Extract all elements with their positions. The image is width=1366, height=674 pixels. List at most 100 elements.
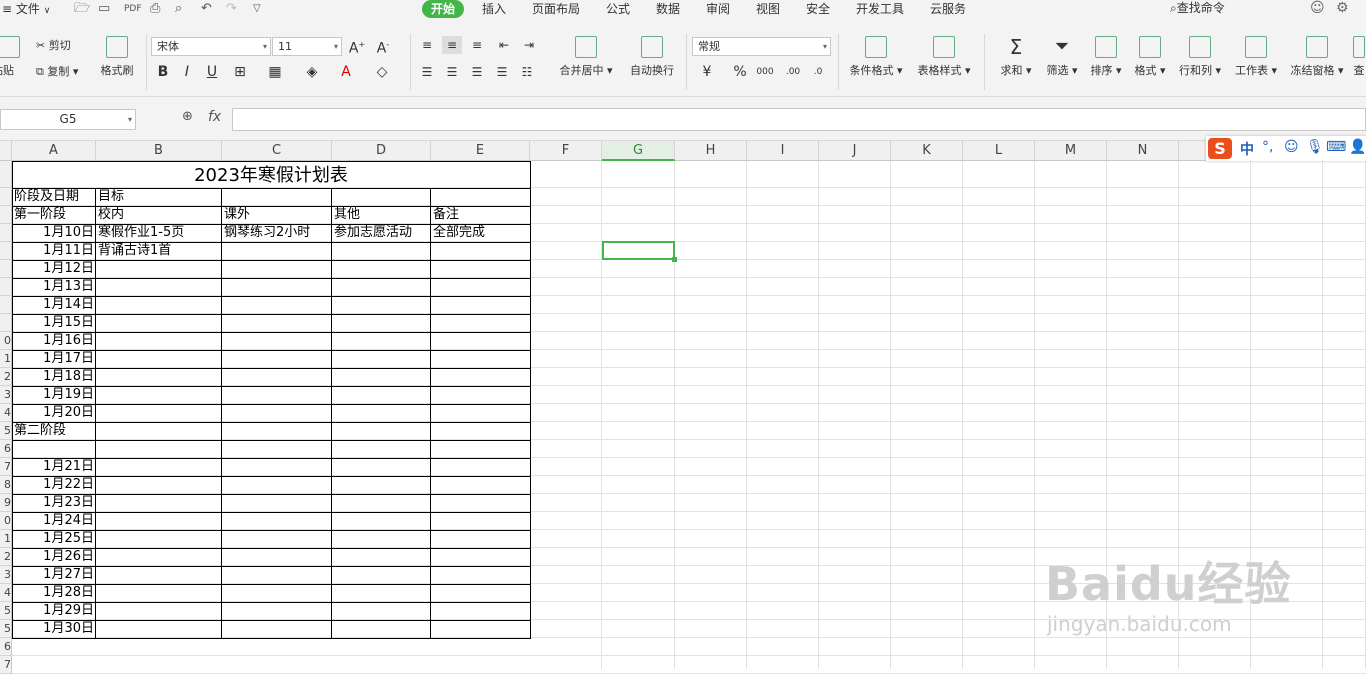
column-header-b[interactable]: B [96, 141, 222, 161]
undo-icon[interactable]: ↶ [201, 1, 212, 17]
keyboard-icon[interactable]: ⌨ [1326, 139, 1346, 155]
cell-e4[interactable]: 全部完成 [431, 224, 530, 242]
align-middle-icon[interactable]: ≡ [442, 36, 462, 54]
tab-view[interactable]: 视图 [756, 0, 780, 18]
date-cell[interactable]: 1月28日 [12, 584, 96, 602]
tab-cloud[interactable]: 云服务 [930, 0, 966, 18]
merge-center-button[interactable]: 合并居中 ▾ [556, 36, 616, 78]
row-header[interactable] [0, 296, 12, 314]
row-header[interactable]: 0 [0, 512, 12, 530]
tab-page-layout[interactable]: 页面布局 [532, 0, 580, 18]
date-cell[interactable]: 1月22日 [12, 476, 96, 494]
column-header-l[interactable]: L [963, 141, 1035, 161]
font-color-icon[interactable]: A [336, 63, 356, 81]
cut-button[interactable]: ✂ 剪切 [36, 39, 71, 53]
zoom-icon[interactable]: ⊕ [182, 109, 193, 124]
indent-decrease-icon[interactable]: ⇤ [494, 36, 514, 54]
fill-color-icon[interactable]: ◈ [302, 63, 322, 81]
bold-button[interactable]: B [153, 63, 173, 81]
thousands-icon[interactable]: 000 [755, 63, 775, 81]
cell-d3[interactable]: 其他 [332, 206, 431, 224]
date-cell[interactable]: 1月19日 [12, 386, 96, 404]
punctuation-icon[interactable]: °, [1262, 139, 1273, 155]
border-icon[interactable]: ⊞ [230, 63, 250, 81]
fx-button[interactable]: fx [208, 109, 221, 125]
cell-b4[interactable]: 寒假作业1-5页 [96, 224, 222, 242]
formula-input[interactable] [232, 108, 1366, 131]
find-button[interactable]: 查 [1352, 36, 1366, 78]
auto-wrap-button[interactable]: 自动换行 [626, 36, 678, 78]
print-icon[interactable]: ⎙ [150, 1, 160, 17]
feedback-icon[interactable]: ☺ [1310, 0, 1325, 16]
date-cell[interactable]: 1月30日 [12, 620, 96, 638]
row-header[interactable] [0, 242, 12, 260]
font-name-select[interactable]: 宋体 ▾ [151, 37, 271, 56]
date-cell[interactable]: 1月17日 [12, 350, 96, 368]
date-cell[interactable]: 1月25日 [12, 530, 96, 548]
tab-data[interactable]: 数据 [656, 0, 680, 18]
customize-icon[interactable]: ▽ [253, 1, 261, 17]
font-grow-icon[interactable]: A+ [347, 36, 367, 58]
format-button[interactable]: 格式 ▾ [1130, 36, 1170, 78]
row-header[interactable]: 7 [0, 656, 12, 674]
table-style-button[interactable]: 表格样式 ▾ [913, 36, 975, 78]
row-header[interactable]: 5 [0, 422, 12, 440]
row-header[interactable]: 2 [0, 548, 12, 566]
row-header[interactable]: 5 [0, 620, 12, 638]
cell-a4[interactable]: 1月10日 [12, 224, 96, 242]
justify-icon[interactable]: ☰ [492, 63, 512, 81]
pdf-icon[interactable]: PDF [124, 1, 142, 17]
paste-button[interactable]: 粘贴 [0, 36, 24, 78]
row-header[interactable]: 1 [0, 530, 12, 548]
tab-formula[interactable]: 公式 [606, 0, 630, 18]
selected-cell[interactable] [602, 241, 677, 262]
align-right-icon[interactable]: ☰ [467, 63, 487, 81]
column-header-c[interactable]: C [222, 141, 332, 161]
row-col-button[interactable]: 行和列 ▾ [1176, 36, 1224, 78]
date-cell[interactable]: 1月24日 [12, 512, 96, 530]
row-header[interactable]: 4 [0, 584, 12, 602]
tab-security[interactable]: 安全 [806, 0, 830, 18]
column-header-a[interactable]: A [12, 141, 96, 161]
cell-c4[interactable]: 钢琴练习2小时 [222, 224, 332, 242]
row-header[interactable]: 5 [0, 602, 12, 620]
cell-a2[interactable]: 阶段及日期 [12, 188, 96, 206]
italic-button[interactable]: I [177, 63, 197, 81]
worksheet-button[interactable]: 工作表 ▾ [1232, 36, 1280, 78]
column-header-e[interactable]: E [431, 141, 530, 161]
tab-insert[interactable]: 插入 [482, 0, 506, 18]
column-header-j[interactable]: J [819, 141, 891, 161]
mic-icon[interactable]: 🎙 [1306, 139, 1324, 155]
underline-button[interactable]: U [202, 63, 222, 81]
row-header[interactable] [0, 314, 12, 332]
file-menu[interactable]: ≡ 文件 ∨ [0, 0, 50, 18]
row-header[interactable]: 3 [0, 566, 12, 584]
currency-icon[interactable]: ¥ [697, 63, 717, 81]
align-top-icon[interactable]: ≡ [417, 36, 437, 54]
row-header[interactable] [0, 161, 12, 188]
copy-button[interactable]: ⧉ 复制 ▾ [36, 65, 78, 79]
cell-c3[interactable]: 课外 [222, 206, 332, 224]
date-cell[interactable]: 1月12日 [12, 260, 96, 278]
cell-e3[interactable]: 备注 [431, 206, 530, 224]
cell-b2[interactable]: 目标 [96, 188, 222, 206]
font-size-select[interactable]: 11 ▾ [272, 37, 342, 56]
date-cell[interactable]: 1月26日 [12, 548, 96, 566]
date-cell[interactable]: 1月13日 [12, 278, 96, 296]
print-preview-icon[interactable]: ⌕ [175, 1, 182, 17]
row-header[interactable]: 6 [0, 440, 12, 458]
date-cell[interactable]: 1月27日 [12, 566, 96, 584]
row-header[interactable]: 9 [0, 494, 12, 512]
settings-icon[interactable]: ⚙ [1336, 0, 1349, 16]
number-format-select[interactable]: 常规 ▾ [692, 37, 831, 56]
font-shrink-icon[interactable]: A- [373, 36, 393, 58]
column-header-i[interactable]: I [747, 141, 819, 161]
date-cell[interactable]: 1月20日 [12, 404, 96, 422]
date-cell[interactable]: 1月15日 [12, 314, 96, 332]
column-header-d[interactable]: D [332, 141, 431, 161]
percent-button[interactable]: % [730, 63, 750, 81]
row-header[interactable]: 2 [0, 368, 12, 386]
tab-home[interactable]: 开始 [422, 0, 465, 18]
search-command[interactable]: ⌕查找命令 [1170, 0, 1225, 16]
conditional-format-button[interactable]: 条件格式 ▾ [845, 36, 907, 78]
